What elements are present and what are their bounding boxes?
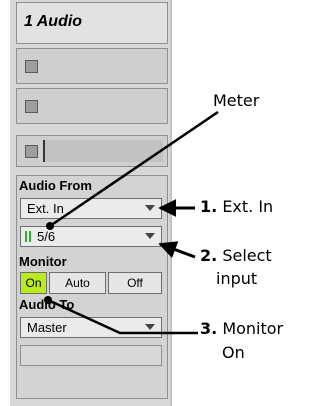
- monitor-on-callout-label-line2: On: [222, 343, 245, 362]
- callout-arrows: [44, 110, 219, 335]
- ext-in-callout-label: 1. Ext. In: [200, 197, 274, 216]
- meter-arrow-dot: [46, 222, 54, 230]
- select-input-arrow: [158, 241, 196, 259]
- monitor-on-arrow: [47, 298, 198, 335]
- select-input-callout-label: 2. Select: [200, 246, 272, 265]
- meter-callout-label: Meter: [213, 91, 260, 110]
- monitor-on-arrow-dot: [44, 296, 52, 304]
- monitor-on-callout-label: 3. Monitor: [200, 319, 284, 338]
- select-input-callout-label-line2: input: [216, 269, 258, 288]
